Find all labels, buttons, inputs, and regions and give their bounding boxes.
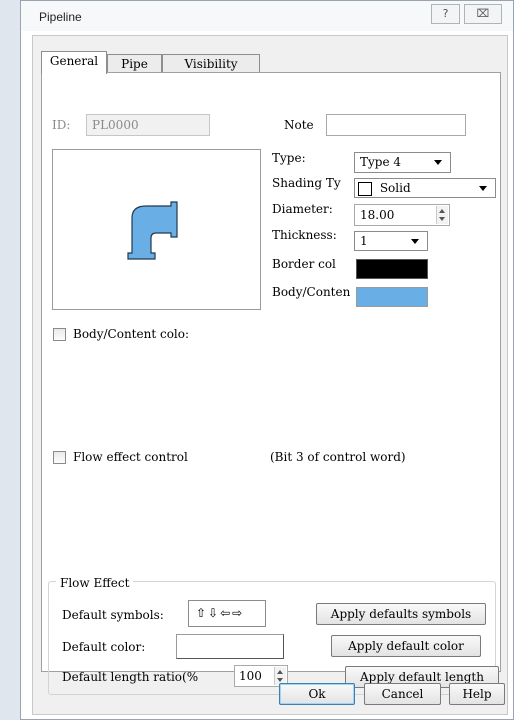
shading-type-value: Solid <box>379 181 411 195</box>
apply-default-color-button[interactable]: Apply default color <box>331 635 481 657</box>
tab-general-label: General <box>49 54 99 68</box>
id-value: PL0000 <box>92 118 139 132</box>
border-color-label: Border col <box>272 257 336 271</box>
help-button[interactable]: Help <box>449 683 505 705</box>
title-bar: Pipeline ? ⌧ <box>21 1 513 31</box>
apply-default-length-label: Apply default length <box>360 670 484 684</box>
body-content-color-label: Body/Content colo: <box>73 327 190 341</box>
shading-type-select[interactable]: Solid <box>354 178 496 198</box>
close-icon: ⌧ <box>476 7 490 20</box>
shading-type-label: Shading Ty <box>272 176 341 190</box>
flow-effect-group-title: Flow Effect <box>56 576 134 590</box>
cancel-button[interactable]: Cancel <box>364 683 441 705</box>
default-color-swatch[interactable] <box>176 634 284 659</box>
chevron-down-icon <box>411 239 419 244</box>
body-color-label: Body/Conten <box>272 285 351 299</box>
direction-arrows-icon: ⇧⇩⇦⇨ <box>196 606 245 620</box>
tab-general[interactable]: General <box>41 51 107 74</box>
diameter-value: 18.00 <box>360 208 395 222</box>
ok-button-label: Ok <box>308 687 326 701</box>
default-symbols-label: Default symbols: <box>62 608 164 622</box>
border-color-swatch[interactable] <box>356 259 428 279</box>
diameter-label: Diameter: <box>272 202 333 216</box>
window-title: Pipeline <box>39 10 82 24</box>
pipeline-dialog-window: Pipeline ? ⌧ General Pipe Visibility ID:… <box>20 0 514 720</box>
diameter-spin-buttons[interactable] <box>436 206 448 224</box>
tab-pipe-label: Pipe <box>121 57 148 71</box>
diameter-spinbox[interactable]: 18.00 <box>354 204 450 226</box>
cancel-button-label: Cancel <box>381 687 424 701</box>
default-length-ratio-label: Default length ratio(% <box>62 670 199 684</box>
close-title-button[interactable]: ⌧ <box>464 4 502 24</box>
tab-visibility[interactable]: Visibility <box>162 54 260 74</box>
thickness-value: 1 <box>360 234 368 248</box>
default-color-label: Default color: <box>62 640 146 654</box>
id-field: PL0000 <box>86 114 210 136</box>
apply-defaults-symbols-button[interactable]: Apply defaults symbols <box>316 603 486 625</box>
note-label: Note <box>284 118 314 132</box>
default-length-ratio-value: 100 <box>239 669 262 683</box>
type-select[interactable]: Type 4 <box>354 152 451 173</box>
help-title-button[interactable]: ? <box>431 4 460 24</box>
body-content-color-checkbox[interactable] <box>53 328 66 341</box>
help-button-label: Help <box>462 687 492 701</box>
pipe-preview <box>52 149 261 310</box>
type-value: Type 4 <box>360 155 402 169</box>
ok-button[interactable]: Ok <box>279 683 355 705</box>
flow-effect-control-checkbox[interactable] <box>53 451 66 464</box>
tab-pipe[interactable]: Pipe <box>107 54 162 74</box>
thickness-select[interactable]: 1 <box>354 231 428 251</box>
body-color-swatch[interactable] <box>356 287 428 307</box>
flow-effect-control-label: Flow effect control <box>73 450 188 464</box>
default-symbols-field[interactable]: ⇧⇩⇦⇨ <box>188 600 266 627</box>
shading-swatch-icon <box>358 181 372 196</box>
flow-effect-note: (Bit 3 of control word) <box>270 450 406 464</box>
note-field[interactable] <box>326 114 466 136</box>
elbow-pipe-icon <box>127 201 178 260</box>
type-label: Type: <box>272 151 306 165</box>
thickness-label: Thickness: <box>272 228 337 242</box>
tab-visibility-label: Visibility <box>184 57 238 71</box>
help-icon: ? <box>442 7 449 20</box>
chevron-down-icon <box>479 186 487 191</box>
general-tab-panel: ID: PL0000 Note Type: Type 4 Shading Ty <box>41 72 501 695</box>
dialog-body: General Pipe Visibility ID: PL0000 Note <box>32 35 508 715</box>
chevron-down-icon <box>434 160 442 165</box>
apply-default-color-label: Apply default color <box>348 639 464 653</box>
apply-defaults-symbols-label: Apply defaults symbols <box>330 607 472 621</box>
id-label: ID: <box>52 118 71 132</box>
